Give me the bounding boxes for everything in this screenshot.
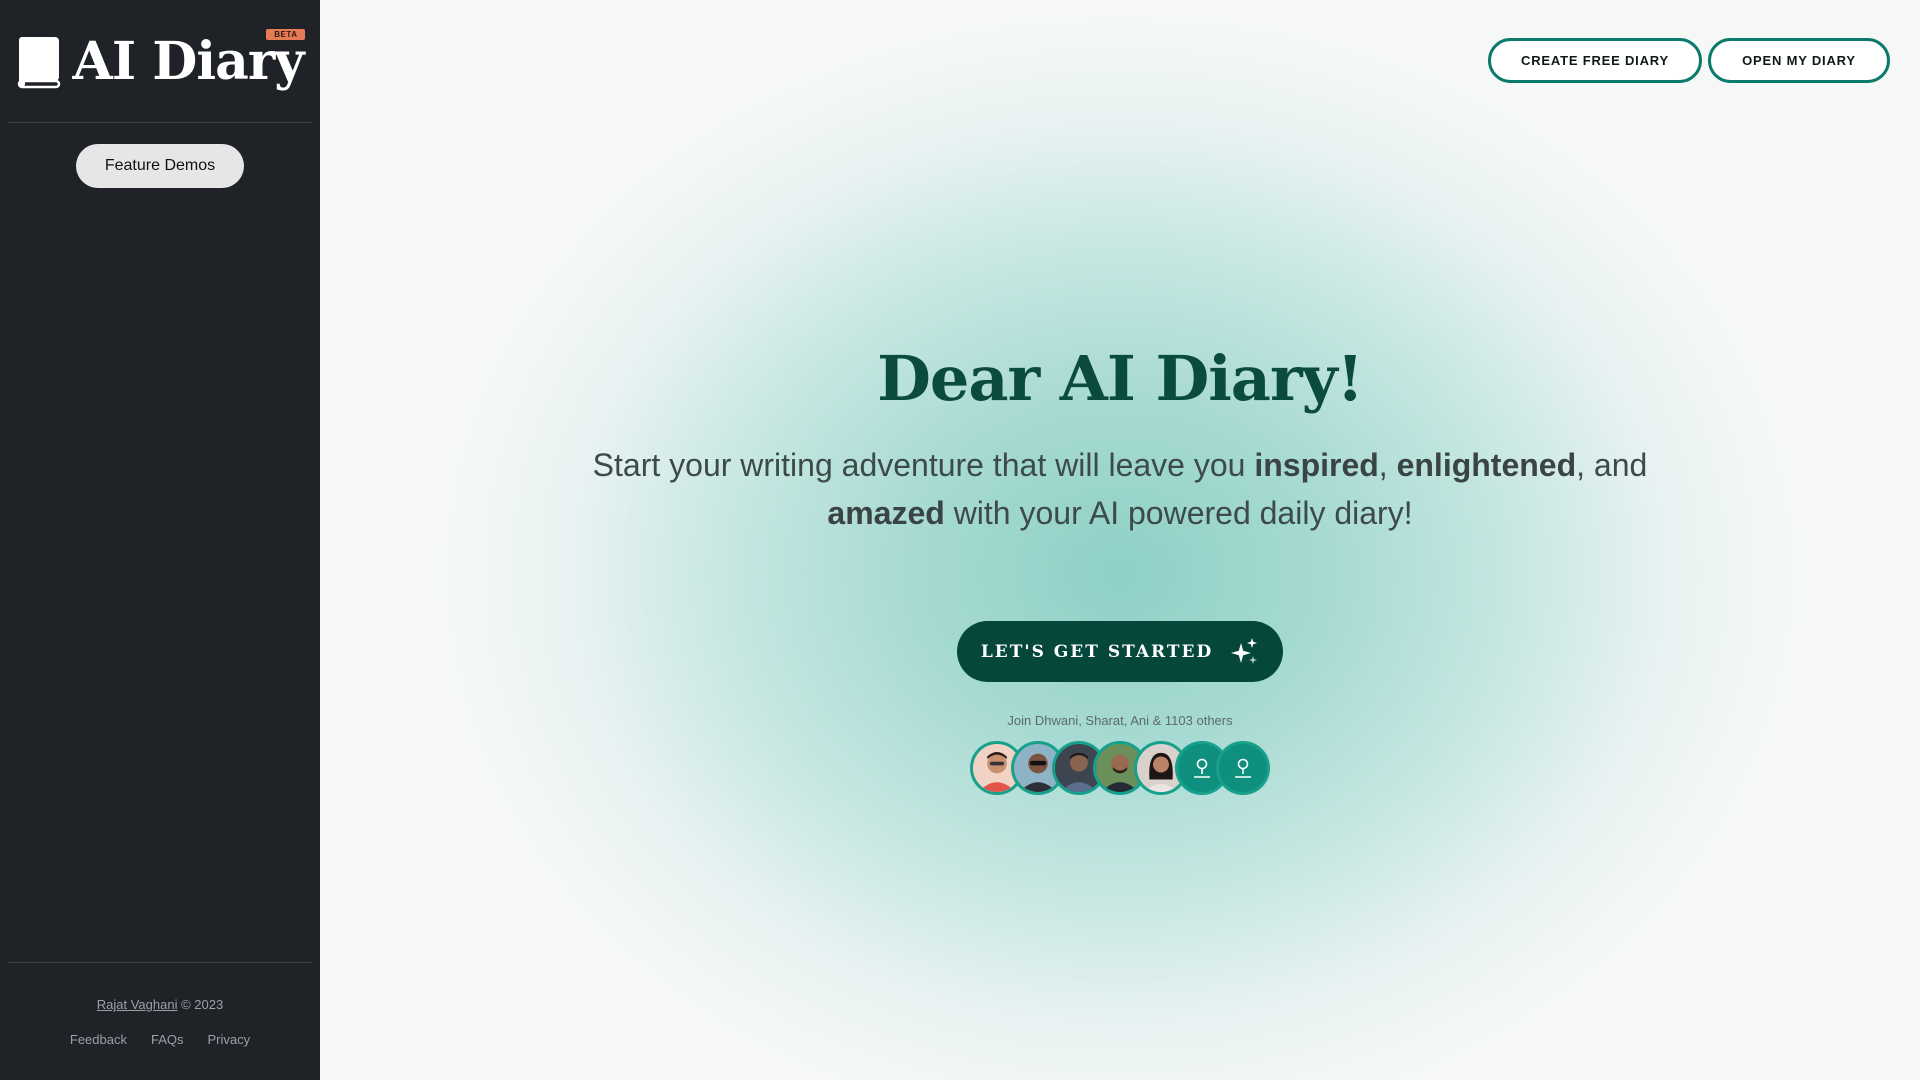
user-icon bbox=[1235, 758, 1251, 778]
copyright-year: © 2023 bbox=[181, 997, 224, 1012]
hero-title: Dear AI Diary! bbox=[877, 342, 1364, 415]
avatar-stack bbox=[320, 741, 1920, 795]
sidebar: AI Diary BETA Feature Demos Rajat Vaghan… bbox=[0, 0, 320, 1080]
header-actions: CREATE FREE DIARY OPEN MY DIARY bbox=[1488, 38, 1890, 83]
feedback-link[interactable]: Feedback bbox=[70, 1032, 127, 1047]
join-text: Join Dhwani, Sharat, Ani & 1103 others bbox=[1007, 713, 1233, 728]
get-started-label: LET'S GET STARTED bbox=[980, 641, 1214, 662]
main-content: CREATE FREE DIARY OPEN MY DIARY Dear AI … bbox=[320, 0, 1920, 1080]
author-link[interactable]: Rajat Vaghani bbox=[97, 997, 178, 1012]
sidebar-divider-top bbox=[8, 122, 312, 123]
user-icon bbox=[1194, 758, 1210, 778]
logo-text: AI Diary BETA bbox=[72, 28, 306, 92]
hero-subtitle: Start your writing adventure that will l… bbox=[592, 447, 1648, 531]
logo[interactable]: AI Diary BETA bbox=[0, 0, 320, 122]
book-icon bbox=[17, 37, 61, 89]
open-my-diary-button[interactable]: OPEN MY DIARY bbox=[1708, 38, 1890, 83]
hero: Dear AI Diary! Start your writing advent… bbox=[320, 342, 1920, 795]
sparkle-icon bbox=[1229, 637, 1259, 667]
privacy-link[interactable]: Privacy bbox=[207, 1032, 250, 1047]
avatar-placeholder bbox=[1216, 741, 1270, 795]
get-started-button[interactable]: LET'S GET STARTED bbox=[957, 621, 1283, 682]
sidebar-footer: Rajat Vaghani © 2023 Feedback FAQs Priva… bbox=[0, 963, 320, 1080]
feature-demos-button[interactable]: Feature Demos bbox=[76, 144, 244, 188]
create-free-diary-button[interactable]: CREATE FREE DIARY bbox=[1488, 38, 1702, 83]
faqs-link[interactable]: FAQs bbox=[151, 1032, 184, 1047]
copyright: Rajat Vaghani © 2023 bbox=[0, 997, 320, 1012]
beta-badge: BETA bbox=[266, 28, 306, 40]
